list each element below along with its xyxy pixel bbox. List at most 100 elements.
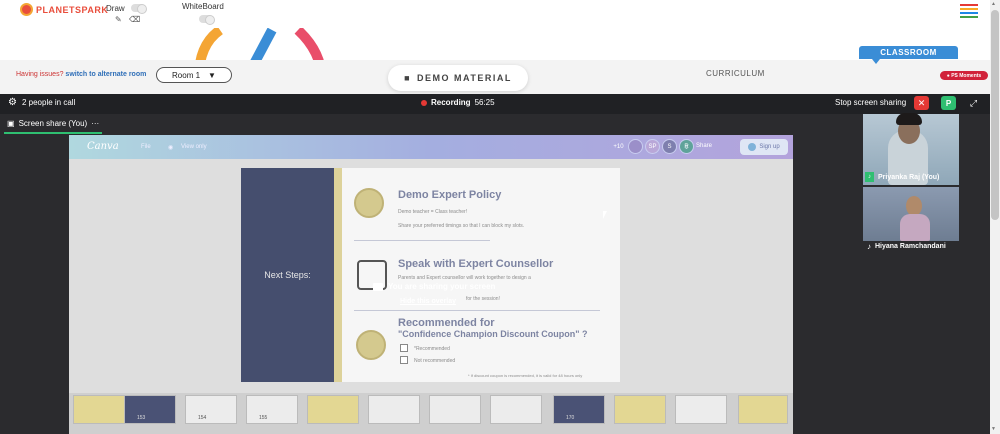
logo-text: PLANETSPARK — [36, 4, 109, 15]
scrollbar-thumb[interactable] — [991, 10, 999, 220]
recording-label: Recording — [431, 98, 471, 107]
menu-line-icon — [960, 8, 978, 10]
thumbnail-number: 154 — [198, 415, 207, 421]
screen-share-icon: ▣ — [7, 119, 15, 128]
slide-thumbnail — [368, 395, 420, 424]
slide-thumbnail — [614, 395, 666, 424]
participant-label: ♪ Hiyana Ramchandani — [867, 242, 946, 251]
mic-icon: ♪ — [865, 172, 874, 182]
issues-text: Having issues? switch to alternate room — [16, 71, 146, 78]
section3-subtitle: "Confidence Champion Discount Coupon" ? — [398, 329, 588, 339]
canva-file-menu: File — [141, 144, 151, 150]
eraser-icon[interactable]: ⌫ — [129, 15, 140, 24]
slide-footnote: * If discount coupon is recommended, it … — [468, 373, 583, 378]
planetspark-logo[interactable]: PLANETSPARK — [20, 3, 108, 16]
mic-icon: ♪ — [867, 242, 871, 251]
not-recommended-label: Not recommended — [414, 358, 456, 364]
slide-divider — [354, 240, 490, 241]
issues-label: Having issues? — [16, 71, 64, 78]
tab-underline — [4, 132, 102, 134]
menu-line-icon — [960, 16, 978, 18]
canva-logo: Canva — [87, 141, 119, 152]
people-label: 2 people in call — [21, 98, 76, 107]
demo-material-label: DEMO MATERIAL — [417, 73, 512, 83]
stop-sharing-label: Stop screen sharing — [835, 98, 907, 107]
recording-time: 56:25 — [474, 98, 495, 107]
policy-icon — [354, 188, 384, 218]
participant-button[interactable]: P — [941, 96, 956, 110]
section1-title: Demo Expert Policy — [398, 189, 502, 201]
draw-label: Draw — [106, 4, 125, 13]
participant-face — [906, 196, 922, 216]
participant-body — [900, 214, 930, 241]
hide-overlay-link[interactable]: Hide this overlay — [400, 298, 456, 305]
participant-hair — [896, 113, 922, 125]
recording-dot-icon — [421, 99, 427, 106]
classroom-tab[interactable]: CLASSROOM — [859, 46, 958, 59]
gear-icon[interactable]: ⚙ — [8, 97, 17, 108]
slide-thumbnail: 155 — [246, 395, 298, 424]
scroll-down-icon[interactable]: ▼ — [991, 426, 996, 432]
recommended-label: *Recommended — [414, 346, 450, 352]
thumbnail-number: 155 — [259, 415, 268, 421]
slide-thumbnail — [490, 395, 542, 424]
alternate-room-link[interactable]: switch to alternate room — [65, 71, 146, 78]
participant-label: ♪ Priyanka Raj (You) — [865, 172, 939, 182]
avatar: S — [662, 139, 677, 154]
section2-line1: Parents and Expert counsellor will work … — [398, 275, 531, 281]
canva-signup-label: Sign up — [759, 144, 780, 150]
slide-thumbnail: 153 — [124, 395, 176, 424]
more-options-icon[interactable]: ··· — [91, 119, 99, 128]
participant-name: Priyanka Raj (You) — [878, 173, 940, 181]
slide-thumbnail — [429, 395, 481, 424]
section2-line2: for the session! — [466, 296, 500, 302]
coupon-icon — [356, 330, 386, 360]
not-recommended-checkbox — [400, 356, 408, 364]
slide-thumbnail — [675, 395, 727, 424]
slide-thumbnail: 170 — [553, 395, 605, 424]
slide-thumbnail — [738, 395, 788, 424]
demo-material-button[interactable]: ■ DEMO MATERIAL — [388, 65, 528, 91]
canva-view-only: View only — [181, 144, 207, 150]
participant-name: Hiyana Ramchandani — [875, 243, 946, 250]
chevron-down-icon: ▼ — [208, 70, 216, 80]
people-count[interactable]: ⚙ 2 people in call — [8, 97, 75, 108]
room-value: Room 1 — [172, 70, 201, 80]
stop-sharing-button[interactable]: ✕ — [914, 96, 929, 110]
menu-line-icon — [960, 12, 978, 14]
sharing-message: You are sharing your screen — [373, 282, 495, 291]
avatar — [628, 139, 643, 154]
room-select[interactable]: Room 1 ▼ — [156, 67, 232, 83]
menu-line-icon — [960, 4, 978, 6]
screen-share-tab[interactable]: ▣ Screen share (You) ··· — [7, 119, 99, 128]
section2-title: Speak with Expert Counsellor — [398, 258, 554, 270]
logo-mark-icon — [20, 3, 33, 16]
section1-line2: Share your preferred timings so that I c… — [398, 223, 525, 229]
section3-title: Recommended for — [398, 317, 495, 329]
draw-toggle[interactable] — [131, 4, 145, 12]
sharing-message-text: You are sharing your screen — [388, 282, 496, 291]
slide-left-title: Next Steps: — [264, 270, 311, 280]
pencil-icon[interactable]: ✎ — [115, 15, 122, 24]
ps-moments-badge[interactable]: ● PS Moments — [940, 71, 988, 80]
section1-line1: Demo teacher = Class teacher! — [398, 209, 468, 215]
canva-avatars: +10 SP S R — [611, 139, 694, 154]
close-icon: ✕ — [917, 97, 926, 108]
screen-share-tab-label: Screen share (You) — [18, 119, 88, 128]
slide-divider — [354, 310, 600, 311]
canva-signup: Sign up — [740, 139, 788, 155]
classroom-notch — [872, 59, 880, 64]
eye-icon: ◉ — [168, 145, 174, 151]
curriculum-tab[interactable]: CURRICULUM — [706, 69, 765, 78]
avatar: SP — [645, 139, 660, 154]
whiteboard-label: WhiteBoard — [182, 2, 224, 11]
screen-icon — [373, 282, 383, 291]
fullscreen-icon[interactable]: ⤢ — [966, 96, 981, 110]
canva-share: Share — [696, 143, 713, 149]
upload-icon: ⇪ — [684, 145, 690, 151]
slide-thumbnail — [307, 395, 359, 424]
scroll-up-icon[interactable]: ▲ — [991, 1, 996, 7]
mouse-cursor-icon — [603, 211, 607, 219]
whiteboard-toggle[interactable] — [199, 15, 213, 23]
menu-icon[interactable] — [960, 4, 978, 20]
